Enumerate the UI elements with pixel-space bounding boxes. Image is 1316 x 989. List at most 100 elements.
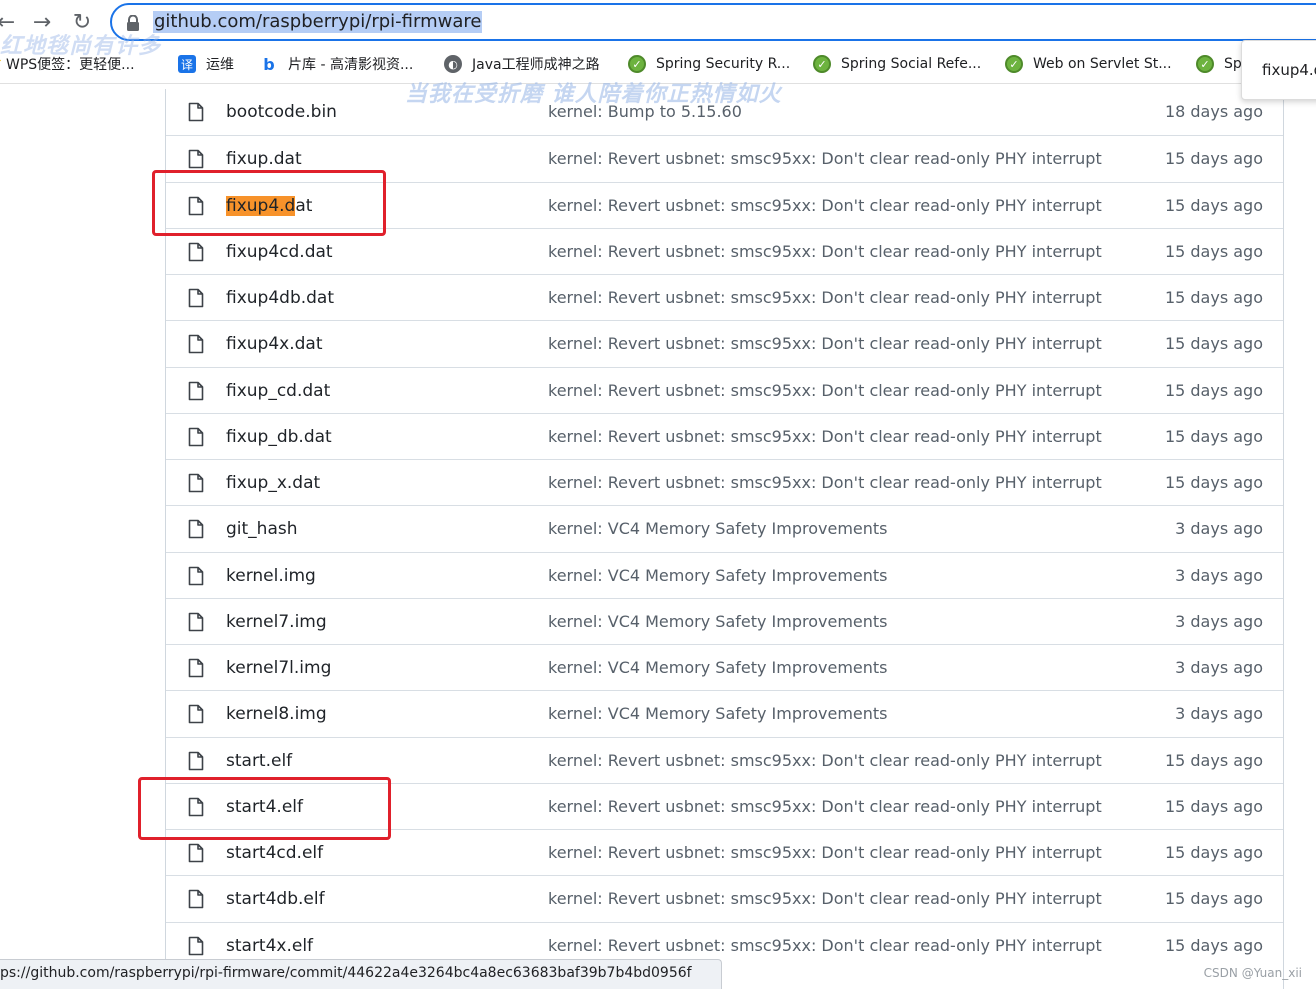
file-row[interactable]: start.elf kernel: Revert usbnet: smsc95xx… — [166, 736, 1283, 783]
commit-message-link[interactable]: kernel: Revert usbnet: smsc95xx: Don't c… — [548, 333, 1102, 355]
browser-window: ← → ↻ github.com/raspberrypi/rpi-firmwar… — [0, 0, 1316, 989]
file-name-link[interactable]: start4cd.elf — [226, 842, 323, 864]
bookmark-label: Spring Social Refe... — [841, 56, 982, 72]
file-name-link[interactable]: start4x.elf — [226, 935, 313, 957]
bookmark-label: Sp — [1224, 56, 1242, 72]
spring-icon: ✓ — [813, 55, 831, 73]
bookmark-item[interactable]: ✓ Sp — [1196, 52, 1242, 76]
bookmark-item[interactable]: ◐ Java工程师成神之路 — [444, 52, 600, 76]
bookmark-item[interactable]: ✓ Web on Servlet St... — [1005, 52, 1172, 76]
file-name-link[interactable]: bootcode.bin — [226, 101, 337, 123]
commit-message-link[interactable]: kernel: Revert usbnet: smsc95xx: Don't c… — [548, 842, 1102, 864]
tab-hover-card: fixup4.d — [1241, 40, 1316, 100]
translate-icon: 译 — [178, 55, 196, 73]
commit-message-link[interactable]: kernel: Revert usbnet: smsc95xx: Don't c… — [548, 472, 1102, 494]
spring-icon: ✓ — [628, 55, 646, 73]
bookmark-item[interactable]: 译运维 — [178, 52, 234, 76]
address-bar[interactable]: github.com/raspberrypi/rpi-firmware — [110, 3, 1316, 41]
file-name-link[interactable]: kernel8.img — [226, 703, 327, 725]
commit-age: 15 days ago — [1164, 473, 1263, 492]
tab-hover-card-title: fixup4.d — [1262, 61, 1316, 79]
commit-message-link[interactable]: kernel: VC4 Memory Safety Improvements — [548, 565, 888, 587]
file-row[interactable]: fixup4x.dat kernel: Revert usbnet: smsc95… — [166, 320, 1283, 366]
file-name-link[interactable]: fixup4x.dat — [226, 333, 323, 355]
file-icon — [188, 149, 204, 169]
address-bar-url[interactable]: github.com/raspberrypi/rpi-firmware — [153, 11, 483, 33]
file-row[interactable]: fixup_db.dat kernel: Revert usbnet: smsc9… — [166, 412, 1283, 459]
file-name-link[interactable]: fixup4cd.dat — [226, 241, 333, 263]
file-name-link[interactable]: kernel7l.img — [226, 657, 331, 679]
credit-watermark: CSDN @Yuan_xii — [1203, 966, 1302, 980]
commit-message-link[interactable]: kernel: Revert usbnet: smsc95xx: Don't c… — [548, 287, 1102, 309]
commit-age: 15 days ago — [1164, 935, 1263, 955]
commit-age: 3 days ago — [1175, 658, 1263, 677]
commit-age: 3 days ago — [1175, 565, 1263, 585]
file-icon — [188, 288, 204, 308]
file-icon — [188, 473, 204, 493]
annotation-box-start4 — [138, 777, 391, 840]
file-name-link[interactable]: fixup.dat — [226, 148, 302, 170]
file-name-link[interactable]: kernel.img — [226, 565, 316, 587]
bookmark-item[interactable]: ✓ Spring Security R... — [628, 52, 790, 76]
file-name-link[interactable]: fixup_db.dat — [226, 426, 332, 448]
commit-message-link[interactable]: kernel: Revert usbnet: smsc95xx: Don't c… — [548, 750, 1102, 772]
commit-message-link[interactable]: kernel: Revert usbnet: smsc95xx: Don't c… — [548, 426, 1102, 448]
commit-message-link[interactable]: kernel: Revert usbnet: smsc95xx: Don't c… — [548, 935, 1102, 957]
file-icon — [188, 519, 204, 539]
file-row[interactable]: git_hash kernel: VC4 Memory Safety Improv… — [166, 505, 1283, 551]
file-row[interactable]: kernel7.img kernel: VC4 Memory Safety Imp… — [166, 597, 1283, 644]
file-row[interactable]: kernel8.img kernel: VC4 Memory Safety Imp… — [166, 690, 1283, 736]
commit-message-link[interactable]: kernel: Revert usbnet: smsc95xx: Don't c… — [548, 148, 1102, 170]
file-icon — [188, 704, 204, 724]
commit-age: 18 days ago — [1164, 102, 1263, 121]
file-row[interactable]: kernel.img kernel: VC4 Memory Safety Impr… — [166, 551, 1283, 598]
globe-icon: ◐ — [444, 55, 462, 73]
file-name-link[interactable]: start.elf — [226, 750, 292, 772]
file-row[interactable]: bootcode.bin kernel: Bump to 5.15.60 18 da… — [166, 89, 1283, 135]
commit-message-link[interactable]: kernel: VC4 Memory Safety Improvements — [548, 657, 888, 679]
commit-age: 15 days ago — [1164, 288, 1263, 307]
file-row[interactable]: kernel7l.img kernel: VC4 Memory Safety Im… — [166, 644, 1283, 690]
watermark-lyric-1: 红地毯尚有许多 — [0, 33, 162, 59]
commit-message-link[interactable]: kernel: VC4 Memory Safety Improvements — [548, 518, 888, 540]
file-icon — [188, 427, 204, 447]
file-icon — [188, 612, 204, 632]
commit-age: 15 days ago — [1164, 195, 1263, 215]
commit-age: 15 days ago — [1164, 149, 1263, 169]
commit-age: 15 days ago — [1164, 796, 1263, 816]
file-icon — [188, 102, 204, 122]
commit-message-link[interactable]: kernel: VC4 Memory Safety Improvements — [548, 703, 888, 725]
file-row[interactable]: fixup4db.dat kernel: Revert usbnet: smsc9… — [166, 274, 1283, 320]
bookmark-item[interactable]: ✓ Spring Social Refe... — [813, 52, 981, 76]
commit-message-link[interactable]: kernel: Revert usbnet: smsc95xx: Don't c… — [548, 241, 1102, 263]
commit-age: 15 days ago — [1164, 889, 1263, 909]
file-name-link[interactable]: fixup4db.dat — [226, 287, 334, 309]
file-name-link[interactable]: start4db.elf — [226, 888, 325, 910]
bookmark-item[interactable]: b 片库 - 高清影视资... — [260, 52, 413, 76]
commit-message-link[interactable]: kernel: Revert usbnet: smsc95xx: Don't c… — [548, 796, 1102, 818]
commit-message-link[interactable]: kernel: VC4 Memory Safety Improvements — [548, 611, 888, 633]
commit-age: 15 days ago — [1164, 750, 1263, 770]
file-name-link[interactable]: fixup_x.dat — [226, 472, 320, 494]
commit-age: 15 days ago — [1164, 426, 1263, 446]
file-row[interactable]: start4db.elf kernel: Revert usbnet: smsc9… — [166, 875, 1283, 921]
bookmark-label: Web on Servlet St... — [1033, 56, 1172, 72]
file-icon — [188, 751, 204, 770]
file-row[interactable]: fixup_cd.dat kernel: Revert usbnet: smsc9… — [166, 366, 1283, 413]
status-url: ps://github.com/raspberrypi/rpi-firmware… — [0, 965, 692, 981]
file-icon — [188, 658, 204, 678]
file-icon — [188, 381, 204, 400]
file-name-link[interactable]: fixup_cd.dat — [226, 380, 330, 402]
spring-icon: ✓ — [1005, 55, 1023, 73]
commit-message-link[interactable]: kernel: Revert usbnet: smsc95xx: Don't c… — [548, 888, 1102, 910]
bookmark-label: Spring Security R... — [656, 56, 791, 72]
commit-message-link[interactable]: kernel: Revert usbnet: smsc95xx: Don't c… — [548, 195, 1102, 217]
file-name-link[interactable]: git_hash — [226, 518, 298, 540]
file-row[interactable]: fixup_x.dat kernel: Revert usbnet: smsc95… — [166, 459, 1283, 505]
file-name-link[interactable]: kernel7.img — [226, 611, 327, 633]
file-icon — [188, 936, 204, 955]
commit-message-link[interactable]: kernel: Revert usbnet: smsc95xx: Don't c… — [548, 380, 1102, 402]
commit-age: 15 days ago — [1164, 380, 1263, 400]
commit-age: 15 days ago — [1164, 241, 1263, 261]
commit-message-link[interactable]: kernel: Bump to 5.15.60 — [548, 101, 742, 123]
